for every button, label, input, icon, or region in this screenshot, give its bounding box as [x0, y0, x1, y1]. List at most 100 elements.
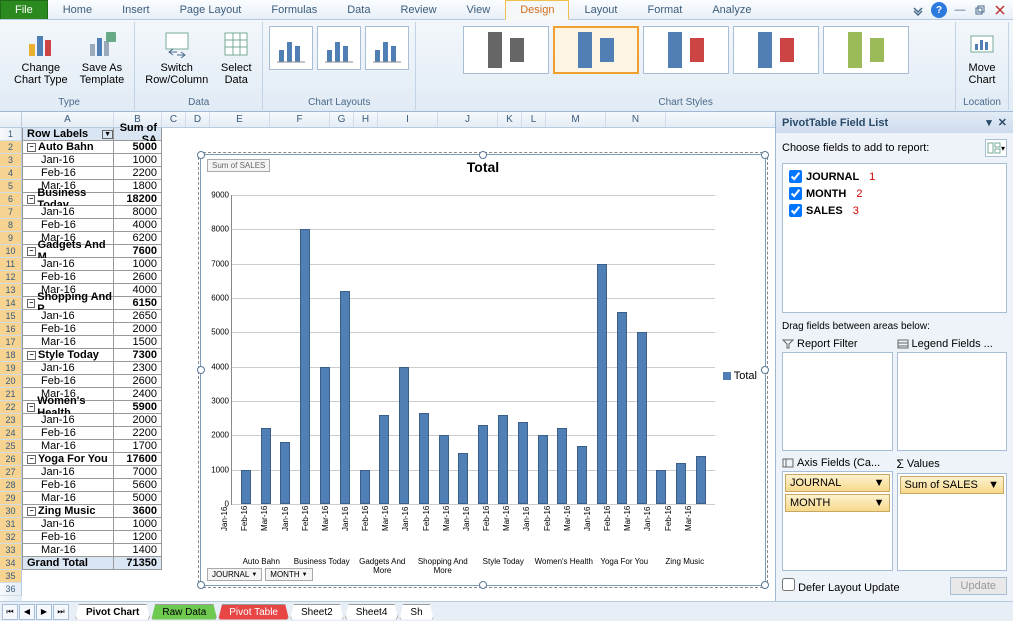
col-header[interactable]: M: [546, 112, 606, 127]
tab-format[interactable]: Format: [632, 0, 697, 19]
col-header[interactable]: L: [522, 112, 546, 127]
axis-fields-area[interactable]: JOURNAL▼MONTH▼: [782, 471, 893, 572]
sheet-tab-overflow[interactable]: Sh: [399, 604, 433, 620]
tab-home[interactable]: Home: [48, 0, 107, 19]
row-header[interactable]: 33: [0, 544, 22, 557]
field-list-dropdown-icon[interactable]: ▾: [986, 116, 992, 129]
window-close-icon[interactable]: [993, 3, 1007, 17]
file-tab[interactable]: File: [0, 0, 48, 19]
values-area[interactable]: Sum of SALES▼: [897, 473, 1008, 572]
tab-view[interactable]: View: [452, 0, 506, 19]
worksheet-area[interactable]: ABCDEFGHIJKLMN 1234567891011121314151617…: [0, 112, 775, 601]
defer-update-checkbox[interactable]: Defer Layout Update: [782, 578, 900, 594]
col-header[interactable]: N: [606, 112, 666, 127]
report-filter-area[interactable]: [782, 352, 893, 451]
row-header[interactable]: 10: [0, 245, 22, 258]
row-header[interactable]: 4: [0, 167, 22, 180]
row-header[interactable]: 7: [0, 206, 22, 219]
row-header[interactable]: 32: [0, 531, 22, 544]
chart-layout-option[interactable]: [365, 26, 409, 70]
tab-data[interactable]: Data: [332, 0, 385, 19]
chart-style-option[interactable]: [463, 26, 549, 74]
value-pill[interactable]: Sum of SALES▼: [900, 476, 1005, 494]
update-button[interactable]: Update: [950, 577, 1007, 595]
move-chart-button[interactable]: Move Chart: [962, 26, 1002, 88]
row-header[interactable]: 5: [0, 180, 22, 193]
tab-analyze[interactable]: Analyze: [697, 0, 766, 19]
window-minimize-icon[interactable]: —: [953, 3, 967, 17]
sheet-tab-sheet4[interactable]: Sheet4: [345, 604, 399, 620]
sheet-tab-raw-data[interactable]: Raw Data: [151, 604, 217, 620]
row-header[interactable]: 9: [0, 232, 22, 245]
col-header[interactable]: K: [498, 112, 522, 127]
row-header[interactable]: 14: [0, 297, 22, 310]
sheet-nav-last[interactable]: ⏭: [53, 604, 69, 620]
tab-design[interactable]: Design: [505, 0, 569, 20]
chart-style-option[interactable]: [643, 26, 729, 74]
col-header[interactable]: E: [210, 112, 270, 127]
chart-style-option[interactable]: [553, 26, 639, 74]
row-header[interactable]: 28: [0, 479, 22, 492]
row-header[interactable]: 3: [0, 154, 22, 167]
chart-layout-option[interactable]: [269, 26, 313, 70]
row-header[interactable]: 18: [0, 349, 22, 362]
field-list-close-icon[interactable]: ✕: [998, 116, 1007, 129]
chart-style-option[interactable]: [733, 26, 819, 74]
tab-formulas[interactable]: Formulas: [256, 0, 332, 19]
row-header[interactable]: 31: [0, 518, 22, 531]
row-header[interactable]: 27: [0, 466, 22, 479]
row-header[interactable]: 16: [0, 323, 22, 336]
window-restore-icon[interactable]: [973, 3, 987, 17]
row-header[interactable]: 22: [0, 401, 22, 414]
row-header[interactable]: 13: [0, 284, 22, 297]
tab-page-layout[interactable]: Page Layout: [165, 0, 257, 19]
col-header[interactable]: C: [162, 112, 186, 127]
col-header[interactable]: F: [270, 112, 330, 127]
row-header[interactable]: 11: [0, 258, 22, 271]
row-header[interactable]: 12: [0, 271, 22, 284]
chart-style-option[interactable]: [823, 26, 909, 74]
row-header[interactable]: 25: [0, 440, 22, 453]
col-header[interactable]: G: [330, 112, 354, 127]
col-header[interactable]: H: [354, 112, 378, 127]
switch-row-column-button[interactable]: Switch Row/Column: [141, 26, 212, 88]
sheet-nav-next[interactable]: ▶: [36, 604, 52, 620]
pivot-chart[interactable]: Sum of SALES Total Total 010002000300040…: [200, 154, 766, 586]
sheet-tab-pivot-table[interactable]: Pivot Table: [218, 604, 289, 620]
save-template-button[interactable]: Save As Template: [76, 26, 129, 88]
row-header[interactable]: 23: [0, 414, 22, 427]
col-header[interactable]: J: [438, 112, 498, 127]
tab-review[interactable]: Review: [385, 0, 451, 19]
tab-layout[interactable]: Layout: [569, 0, 632, 19]
chart-filter-month[interactable]: MONTH ▼: [265, 568, 312, 581]
change-chart-type-button[interactable]: Change Chart Type: [10, 26, 72, 88]
chart-value-badge[interactable]: Sum of SALES: [207, 159, 270, 172]
sheet-tab-sheet2[interactable]: Sheet2: [290, 604, 344, 620]
sheet-nav-first[interactable]: ⏮: [2, 604, 18, 620]
row-header[interactable]: 2: [0, 141, 22, 154]
legend-fields-area[interactable]: [897, 352, 1008, 451]
axis-pill[interactable]: JOURNAL▼: [785, 474, 890, 492]
ribbon-minimize-icon[interactable]: [911, 3, 925, 17]
chart-filter-journal[interactable]: JOURNAL ▼: [207, 568, 262, 581]
row-header[interactable]: 21: [0, 388, 22, 401]
field-sales[interactable]: SALES3: [787, 202, 1002, 219]
row-header[interactable]: 30: [0, 505, 22, 518]
row-header[interactable]: 20: [0, 375, 22, 388]
col-header[interactable]: I: [378, 112, 438, 127]
row-header[interactable]: 8: [0, 219, 22, 232]
col-header[interactable]: D: [186, 112, 210, 127]
row-header[interactable]: 15: [0, 310, 22, 323]
tab-insert[interactable]: Insert: [107, 0, 165, 19]
field-journal[interactable]: JOURNAL1: [787, 168, 1002, 185]
row-header[interactable]: 19: [0, 362, 22, 375]
row-header[interactable]: 6: [0, 193, 22, 206]
sheet-nav-prev[interactable]: ◀: [19, 604, 35, 620]
row-header[interactable]: 35: [0, 570, 22, 583]
row-header[interactable]: 17: [0, 336, 22, 349]
row-header[interactable]: 29: [0, 492, 22, 505]
sheet-tab-pivot-chart[interactable]: Pivot Chart: [75, 604, 150, 620]
chart-layout-option[interactable]: [317, 26, 361, 70]
row-header[interactable]: 34: [0, 557, 22, 570]
field-list[interactable]: JOURNAL1MONTH2SALES3: [782, 163, 1007, 313]
